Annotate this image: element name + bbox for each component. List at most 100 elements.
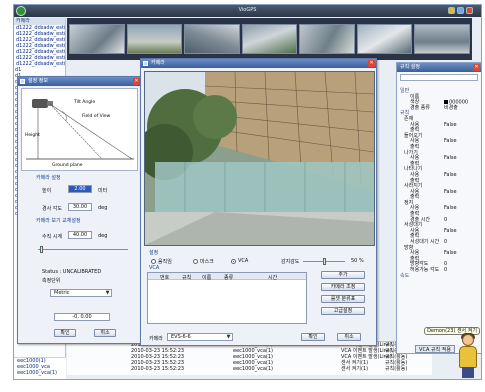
camera-thumbnail[interactable] (414, 24, 471, 54)
camera-select-value: EVS-6-6 (171, 334, 191, 340)
camera-geometry-diagram: Tilt Angle Field of View Height Ground p… (25, 99, 134, 168)
motion-radio-label: 움직임 (158, 259, 172, 265)
calibration-status: Status : UNCALIBRATED (42, 269, 102, 275)
chevron-down-icon: ▼ (105, 290, 110, 296)
mask-radio-label: 마스크 (200, 259, 214, 265)
fov-unit: deg (98, 233, 108, 239)
sensitivity-label: 감지감도 (281, 259, 300, 265)
camera-thumbnail[interactable] (241, 24, 298, 54)
height-label: Height (25, 132, 40, 138)
coordinate-readout: -0, 0.00 (54, 313, 110, 321)
event-log: 2010-03-23 15:52:23eec1000_vca(1)VCA 이벤트… (67, 341, 432, 375)
unit-label: 측정단위 (42, 278, 61, 284)
camera-section-label: 카메라 설정 (36, 175, 61, 181)
table-header-cell: 시간 (268, 275, 278, 281)
tree-header: 카메라 (14, 18, 65, 25)
vca-rule-table: 번호 규칙 이름 종류 시간 (147, 272, 307, 324)
color-swatch (444, 100, 448, 105)
title-bar: VioGPS (14, 5, 481, 17)
assistant-character-icon (456, 333, 480, 378)
ground-plane-label: Ground plane (52, 162, 83, 168)
unit-select[interactable]: Metric ▼ (50, 289, 112, 297)
ok-button[interactable]: 확인 (54, 329, 76, 337)
vca-device-list: eec1000(1) eec1000_vca eec1000_vca(1) (14, 357, 66, 379)
table-header-cell: 규칙 (182, 275, 192, 281)
chevron-down-icon: ▼ (226, 334, 231, 340)
camera-thumbnail[interactable] (356, 24, 413, 54)
cancel-button[interactable]: 취소 (337, 333, 361, 341)
live-video-view[interactable] (144, 71, 375, 246)
camera-adjust-button[interactable]: 카메라 조정 (321, 283, 365, 291)
fov-input[interactable]: 40.00 (68, 231, 92, 239)
camera-thumbnails (67, 18, 472, 60)
tilt-unit: deg (98, 205, 108, 211)
add-button[interactable]: 추가 (321, 271, 365, 279)
log-cell-time: 2010-03-23 15:52:23 (131, 366, 185, 372)
vca-settings-dialog: 카메라 ✕ 설정 움직임 마스크 VCA 감지감도 50 % VCA 번호 규칙… (140, 58, 377, 346)
unit-select-value: Metric (54, 290, 70, 296)
camera-settings-dialog: 설정 정보 ✕ Tilt Angle Field of View Height … (17, 76, 142, 344)
advanced-settings-button[interactable]: 고급설정 (321, 307, 365, 315)
table-header: 번호 규칙 이름 종류 시간 (148, 273, 306, 281)
ruleset-button[interactable]: 룰셋 분류표 (321, 295, 365, 303)
log-cell-message: 센서 켜기(1) (341, 366, 369, 372)
property-key: 속도 (400, 272, 410, 279)
close-button[interactable] (466, 7, 473, 14)
height-field-label: 높이 (42, 188, 52, 194)
properties-selector[interactable] (400, 74, 478, 81)
fov-slider-handle[interactable] (40, 246, 43, 253)
video-frame (145, 72, 374, 245)
camera-thumbnail[interactable] (69, 24, 125, 54)
properties-title: 규칙 설정 (397, 63, 481, 72)
ok-button[interactable]: 확인 (301, 333, 325, 341)
sensitivity-slider-handle[interactable] (323, 258, 326, 265)
dialog-title-bar: 설정 정보 ✕ (18, 77, 141, 86)
tilt-input[interactable]: 30.00 (68, 203, 92, 211)
properties-list: 일반 이름 색상 000000 경출 종류 비경출 규칙 존재 사용 False 출력 들어오기 사용 F… (400, 88, 478, 280)
minimize-button[interactable] (448, 7, 455, 14)
height-input[interactable]: 2.00 (68, 185, 92, 193)
field-of-view-label: Field of View (82, 113, 111, 119)
table-header-cell: 번호 (160, 275, 170, 281)
cancel-button[interactable]: 취소 (94, 329, 116, 337)
table-header-cell: 종류 (224, 275, 234, 281)
vca-section-label: VCA (149, 265, 160, 271)
vca-radio-label: VCA (238, 258, 249, 264)
settings-group-label: 설정 (149, 250, 159, 256)
dialog-title: 설정 정보 (28, 78, 48, 84)
camera-thumbnail[interactable] (299, 24, 355, 54)
mask-radio[interactable] (193, 259, 198, 264)
dialog-title: 카메라 (151, 60, 165, 66)
table-header-cell: 이름 (202, 275, 212, 281)
close-icon[interactable]: ✕ (473, 64, 480, 71)
log-row[interactable]: 2010-03-23 15:52:23 eec1000_vca(1) 센서 켜기(1… (67, 366, 432, 372)
camera-thumbnail[interactable] (126, 24, 183, 54)
rule-properties-panel: 규칙 설정 ✕ 일반 이름 색상 000000 경출 종류 비경출 규칙 존재 사용 False 출… (396, 62, 481, 354)
tilt-field-label: 경사 각도 (42, 206, 62, 212)
tilt-angle-label: Tilt Angle (73, 99, 95, 105)
maximize-button[interactable] (457, 7, 464, 14)
height-unit: 미터 (98, 188, 108, 194)
sensitivity-value: 50 % (351, 258, 364, 264)
camera-field-label: 카메라 (149, 336, 163, 342)
camera-diagram: Tilt Angle Field of View Height Ground p… (21, 88, 138, 171)
list-item[interactable]: eec1000_vca(1) (14, 370, 66, 376)
log-cell-status: 규칙(활동) (385, 366, 408, 372)
close-icon[interactable]: ✕ (368, 60, 375, 67)
vca-radio[interactable] (231, 259, 236, 264)
motion-radio[interactable] (151, 259, 156, 264)
tree-item[interactable]: d1222_ddsadw_est(6) (14, 61, 65, 67)
camera-thumbnail[interactable] (184, 24, 240, 54)
apply-vca-rule-button[interactable]: VCA 규칙 적용 (415, 345, 455, 353)
dialog-title-bar: 카메라 ✕ (141, 59, 376, 68)
log-cell-source: eec1000_vca(1) (233, 366, 273, 372)
camera-select[interactable]: EVS-6-6 ▼ (167, 333, 233, 341)
camera-icon (20, 79, 25, 84)
camera-icon (143, 61, 148, 66)
fov-slider-track[interactable] (38, 249, 128, 250)
property-row[interactable]: 속도 (400, 272, 478, 280)
close-icon[interactable]: ✕ (133, 78, 140, 85)
app-title: VioGPS (238, 7, 257, 13)
fov-field-label: 수직 시계 (42, 234, 62, 240)
camera-view-section-label: 카메라 보기 교체설정 (36, 218, 81, 224)
